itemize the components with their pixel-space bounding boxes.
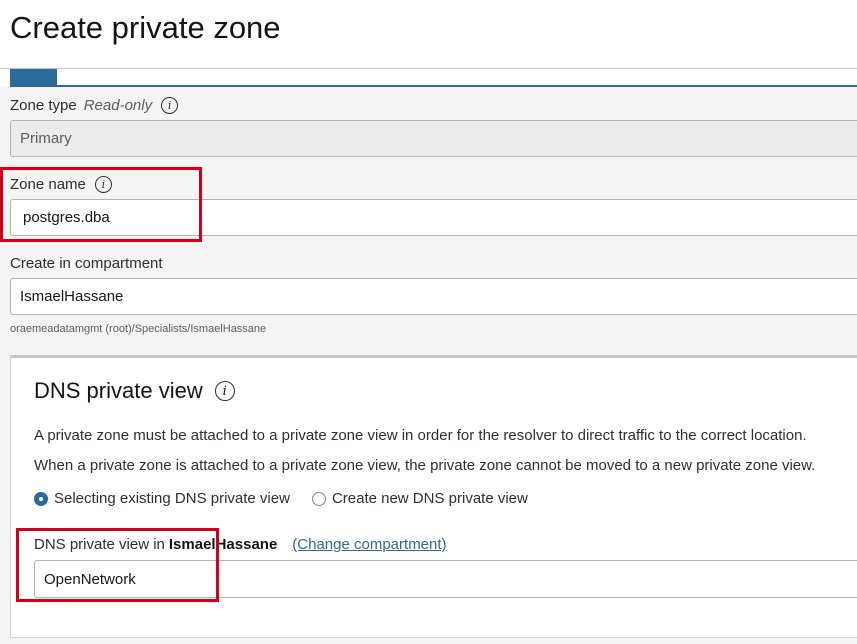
zone-type-value: Primary [20,130,72,147]
radio-new-view-label[interactable]: Create new DNS private view [332,490,528,507]
compartment-label: Create in compartment [10,255,163,272]
compartment-select[interactable]: IsmaelHassane [10,278,857,315]
dns-private-view-title-text: DNS private view [34,378,203,403]
compartment-path: oraemeadatamgmt (root)/Specialists/Ismae… [10,323,267,335]
radio-new-view[interactable] [311,491,326,506]
section-header-band [0,68,857,87]
page-title: Create private zone [10,10,281,45]
zone-type-label-text: Zone type [10,97,77,114]
dns-view-highlight-box [16,528,219,602]
read-only-tag: Read-only [83,97,153,114]
zone-type-label: Zone type Read-only i [10,97,179,114]
dns-view-description-1: A private zone must be attached to a pri… [34,427,807,444]
change-compartment-link[interactable]: (Change compartment) [292,536,446,553]
info-icon[interactable]: i [161,97,179,114]
zone-type-field: Primary [10,120,857,157]
dns-view-description-2: When a private zone is attached to a pri… [34,457,816,474]
radio-existing-view[interactable] [34,491,48,506]
dns-view-radio-group: Selecting existing DNS private view Crea… [34,490,528,507]
dns-private-view-title: DNS private view i [34,378,235,404]
compartment-value: IsmaelHassane [20,288,124,305]
active-step-indicator [10,69,57,87]
radio-existing-view-label[interactable]: Selecting existing DNS private view [54,490,290,507]
info-icon[interactable]: i [214,381,235,401]
zone-name-highlight-box [0,167,202,242]
